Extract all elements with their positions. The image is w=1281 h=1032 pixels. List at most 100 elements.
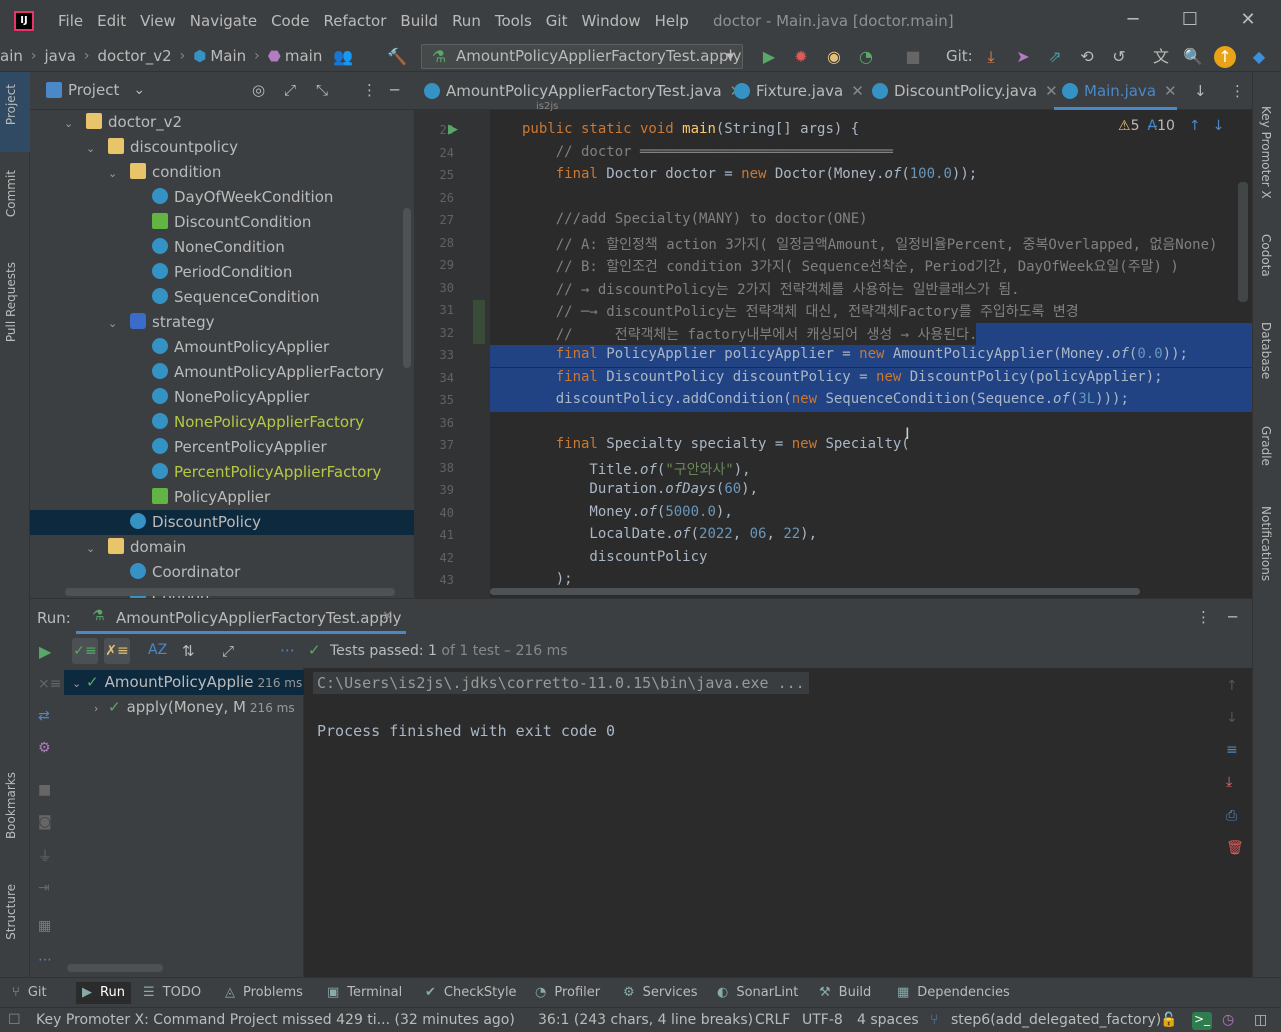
editor-tab[interactable]: Fixture.java ✕ [726,72,864,110]
soft-wrap-icon[interactable]: ≡ [1226,742,1238,758]
close-window-button[interactable]: ✕ [1233,8,1263,32]
menu-build[interactable]: Build [400,12,438,30]
stop-button[interactable]: ■ [902,46,924,68]
code-line[interactable]: LocalDate.of(2022, 06, 22), [522,526,817,542]
users-icon[interactable]: 👥 [332,46,354,68]
codota-tool-tab[interactable]: Codota [1259,234,1273,277]
show-ignored-icon[interactable]: ✗≡ [104,638,130,664]
codota-status-icon[interactable]: >_ [1192,1012,1212,1030]
inspection-widget[interactable]: ⚠ 5 A̶ 10 ↑ ↓ [1118,118,1225,134]
chevron-icon[interactable]: ⌄ [72,671,86,696]
project-tree-item[interactable]: NonePolicyApplier [30,385,414,410]
close-tab-icon[interactable]: ✕ [851,82,864,100]
code-line[interactable]: ///add Specialty(MANY) to doctor(ONE) [522,211,868,227]
project-tool-tab[interactable]: Project [4,84,18,125]
breadcrumb-module[interactable]: ain [0,47,23,65]
code-line[interactable]: // ─→ discountPolicy는 전략객체 대신, 전략객체Facto… [522,301,1079,321]
tool-tab-profiler[interactable]: ◔ Profiler [535,985,600,1000]
breadcrumb-package[interactable]: doctor_v2 [98,47,172,65]
layout-icon[interactable]: ▦ [38,918,51,934]
menu-edit[interactable]: Edit [97,12,126,30]
editor-tab[interactable]: DiscountPolicy.java ✕ [864,72,1058,110]
more-options-icon[interactable]: ⋮ [362,81,377,99]
file-encoding[interactable]: UTF-8 [802,1012,843,1028]
plug-icon[interactable]: ⏚ [38,846,52,866]
git-branch[interactable]: step6(add_delegated_factory) [951,1012,1161,1028]
code-line[interactable]: // → discountPolicy는 2가지 전략객체를 사용하는 일반클래… [522,279,1020,299]
previous-highlight-icon[interactable]: ↑ [1189,118,1201,134]
hammer-icon[interactable]: 🔨 [386,46,408,68]
hide-panel-icon[interactable]: ─ [390,81,399,99]
toggle-autotest-icon[interactable]: ⇄ [38,708,50,724]
project-tree-item[interactable]: Coordinator [30,560,414,585]
run-console[interactable]: C:\Users\is2js\.jdks\corretto-11.0.15\bi… [304,668,1216,977]
project-tree-item[interactable]: DiscountPolicy [30,510,414,535]
tool-tab-terminal[interactable]: ▣ Terminal [327,985,402,1000]
menu-run[interactable]: Run [452,12,481,30]
project-tree-item[interactable]: PercentPolicyApplierFactory [30,460,414,485]
show-passed-icon[interactable]: ✓≡ [72,638,98,664]
tool-tab-services[interactable]: ⚙ Services [623,985,697,1000]
run-gutter-icon[interactable]: ▶ [448,122,458,137]
close-tab-icon[interactable]: ✕ [1164,82,1177,100]
close-run-tab-icon[interactable]: ✕ [382,609,393,624]
locate-icon[interactable]: ◎ [252,81,265,99]
project-scrollbar[interactable] [403,208,411,368]
history-icon[interactable]: ⟲ [1076,46,1098,68]
more-side-icon[interactable]: ⋯ [38,952,52,968]
status-message[interactable]: Key Promoter X: Command Project missed 4… [36,1012,515,1028]
breadcrumb-java[interactable]: java [44,47,75,65]
test-tree-item[interactable]: › ✓ apply(Money, M 216 ms [64,695,304,720]
project-tree-item[interactable]: NoneCondition [30,235,414,260]
chevron-down-icon[interactable]: ⌄ [108,311,122,336]
print-icon[interactable]: ⎙ [1226,808,1237,824]
project-tree-item[interactable]: ⌄ doctor_v2 [30,110,414,135]
run-button[interactable]: ▶ [758,46,780,68]
expand-icon[interactable]: ⤢ [222,642,234,660]
code-line[interactable]: discountPolicy [522,549,707,565]
editor-scrollbar[interactable] [1238,182,1248,302]
menu-tools[interactable]: Tools [495,12,532,30]
line-separator[interactable]: CRLF [755,1012,790,1028]
sort-alpha-icon[interactable]: AZ [148,642,167,658]
lock-icon[interactable]: 🔓 [1160,1012,1177,1028]
minimize-button[interactable]: ─ [1118,8,1148,32]
more-icon[interactable]: ⋯ [280,641,295,659]
notifications-tool-tab[interactable]: Notifications [1259,506,1273,581]
project-tree-item[interactable]: PolicyApplier [30,485,414,510]
menu-git[interactable]: Git [546,12,568,30]
project-panel-title[interactable]: Project [68,81,119,99]
notifications-icon[interactable]: ◫ [1254,1012,1267,1028]
recent-files-icon[interactable]: ↓ [1194,82,1207,100]
tool-tab-git[interactable]: ⑂ Git [12,985,47,1000]
rerun-icon[interactable]: ▶ [39,642,51,661]
indent-setting[interactable]: 4 spaces [857,1012,919,1028]
hide-run-panel-icon[interactable]: ─ [1228,608,1237,626]
camera-icon[interactable]: ◙ [38,814,52,830]
expand-all-icon[interactable]: ⤢ [284,81,296,99]
project-tree-item[interactable]: ⌄ strategy [30,310,414,335]
run-configuration-select[interactable]: AmountPolicyApplierFactoryTest.apply ▾ [421,44,743,69]
chevron-down-icon[interactable]: ⌄ [133,82,145,98]
translate-icon[interactable]: 文 [1150,46,1172,68]
bookmarks-tool-tab[interactable]: Bookmarks [4,772,18,839]
structure-tool-tab[interactable]: Structure [4,884,18,940]
code-line[interactable]: ); [522,571,573,587]
project-tree-item[interactable]: PeriodCondition [30,260,414,285]
project-tree-item[interactable]: ⌄ condition [30,160,414,185]
project-tree-item[interactable]: ⌄ domain [30,535,414,560]
editor-tab[interactable]: Main.java ✕ [1054,72,1177,110]
database-tool-tab[interactable]: Database [1259,322,1273,379]
code-line[interactable]: Title.of("구안와사"), [522,459,750,479]
code-line[interactable]: Duration.ofDays(60), [522,481,758,497]
jetbrains-icon[interactable]: ◆ [1248,46,1270,68]
code-line[interactable]: final Specialty specialty = new Specialt… [522,436,910,452]
code-line[interactable]: // 전략객체는 factory내부에서 캐싱되어 생성 → 사용된다. [522,324,978,344]
code-line[interactable]: Money.of(5000.0), [522,504,732,520]
rollback-icon[interactable]: ↺ [1108,46,1130,68]
menu-view[interactable]: View [140,12,176,30]
run-tab-label[interactable]: AmountPolicyApplierFactoryTest.apply [116,609,402,627]
debug-button[interactable]: ✹ [790,46,812,68]
key-promoter-tool-tab[interactable]: Key Promoter X [1259,106,1273,199]
status-square-icon[interactable]: ☐ [8,1012,21,1028]
